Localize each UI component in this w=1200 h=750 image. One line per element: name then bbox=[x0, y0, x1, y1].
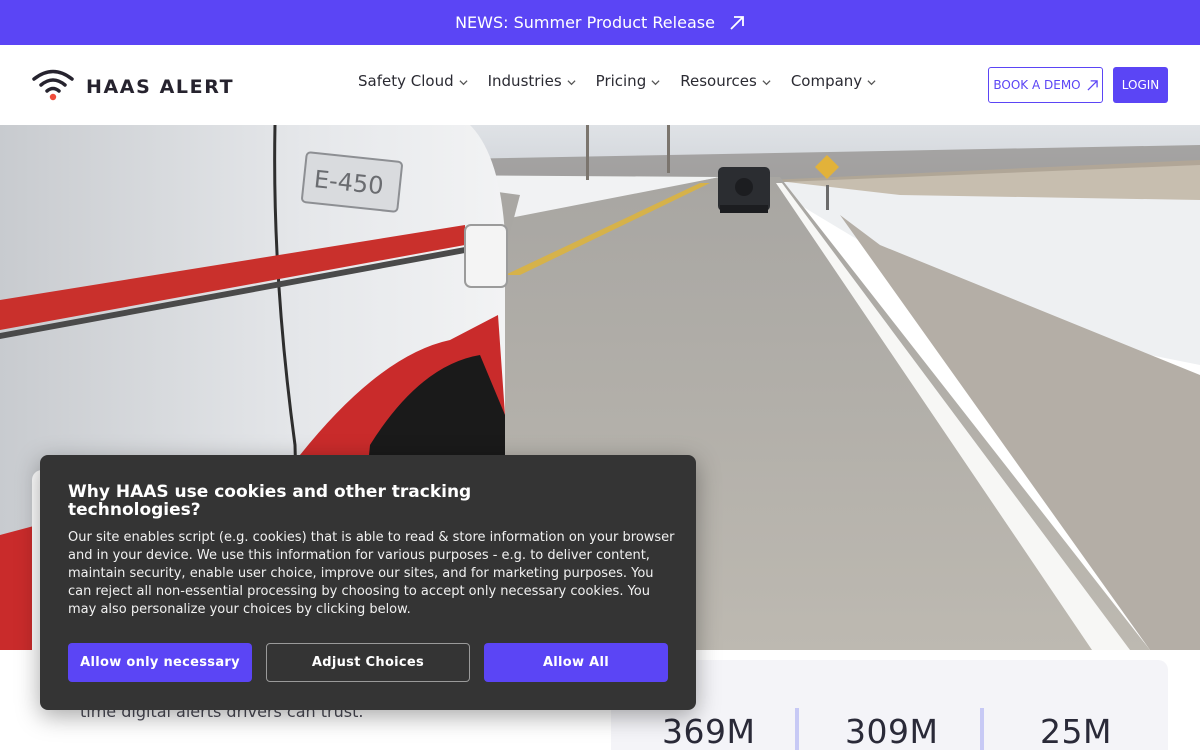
chevron-down-icon bbox=[762, 79, 771, 85]
nav-label: Resources bbox=[680, 72, 757, 90]
cookie-consent-dialog: Why HAAS use cookies and other tracking … bbox=[40, 455, 696, 710]
nav-label: Pricing bbox=[595, 72, 647, 90]
logo[interactable]: HAAS ALERT bbox=[32, 67, 234, 106]
adjust-choices-label: Adjust Choices bbox=[311, 655, 425, 670]
chevron-down-icon bbox=[459, 79, 468, 85]
arrow-up-right-icon bbox=[729, 15, 745, 31]
allow-all-label: Allow All bbox=[542, 655, 610, 670]
stat-value: 309M bbox=[845, 712, 939, 750]
site-header: HAAS ALERT Safety Cloud Industries Prici… bbox=[0, 45, 1200, 125]
cookie-title: Why HAAS use cookies and other tracking … bbox=[68, 482, 472, 520]
nav-resources[interactable]: Resources bbox=[680, 72, 771, 90]
allow-necessary-label: Allow only necessary bbox=[80, 655, 240, 670]
stat-value: 25M bbox=[1040, 712, 1112, 750]
nav-label: Company bbox=[790, 72, 863, 90]
news-text[interactable]: NEWS: Summer Product Release bbox=[455, 13, 715, 32]
nav-pricing[interactable]: Pricing bbox=[596, 72, 661, 90]
logo-text: HAAS ALERT bbox=[86, 75, 235, 98]
news-banner[interactable]: NEWS: Summer Product Release bbox=[0, 0, 1200, 45]
allow-necessary-button[interactable]: Allow only necessary bbox=[68, 643, 252, 682]
stat-divider bbox=[795, 708, 799, 750]
adjust-choices-button[interactable]: Adjust Choices bbox=[266, 643, 470, 682]
main-nav: Safety Cloud Industries Pricing Resource… bbox=[358, 72, 876, 90]
arrow-up-right-icon bbox=[1087, 79, 1098, 91]
allow-all-button[interactable]: Allow All bbox=[484, 643, 668, 682]
login-button[interactable]: LOGIN bbox=[1113, 67, 1168, 103]
book-demo-label: BOOK A DEMO bbox=[993, 78, 1081, 92]
nav-company[interactable]: Company bbox=[791, 72, 876, 90]
nav-label: Safety Cloud bbox=[358, 72, 454, 90]
chevron-down-icon bbox=[867, 79, 876, 85]
nav-safety-cloud[interactable]: Safety Cloud bbox=[358, 72, 468, 90]
stat-divider bbox=[980, 708, 984, 750]
login-label: LOGIN bbox=[1121, 78, 1160, 92]
chevron-down-icon bbox=[567, 79, 576, 85]
nav-label: Industries bbox=[487, 72, 562, 90]
book-demo-button[interactable]: BOOK A DEMO bbox=[988, 67, 1103, 103]
nav-industries[interactable]: Industries bbox=[488, 72, 576, 90]
stat-value: 369M bbox=[662, 712, 756, 750]
cookie-body: Our site enables script (e.g. cookies) t… bbox=[68, 530, 675, 617]
chevron-down-icon bbox=[651, 79, 660, 85]
wifi-signal-icon bbox=[32, 67, 74, 106]
